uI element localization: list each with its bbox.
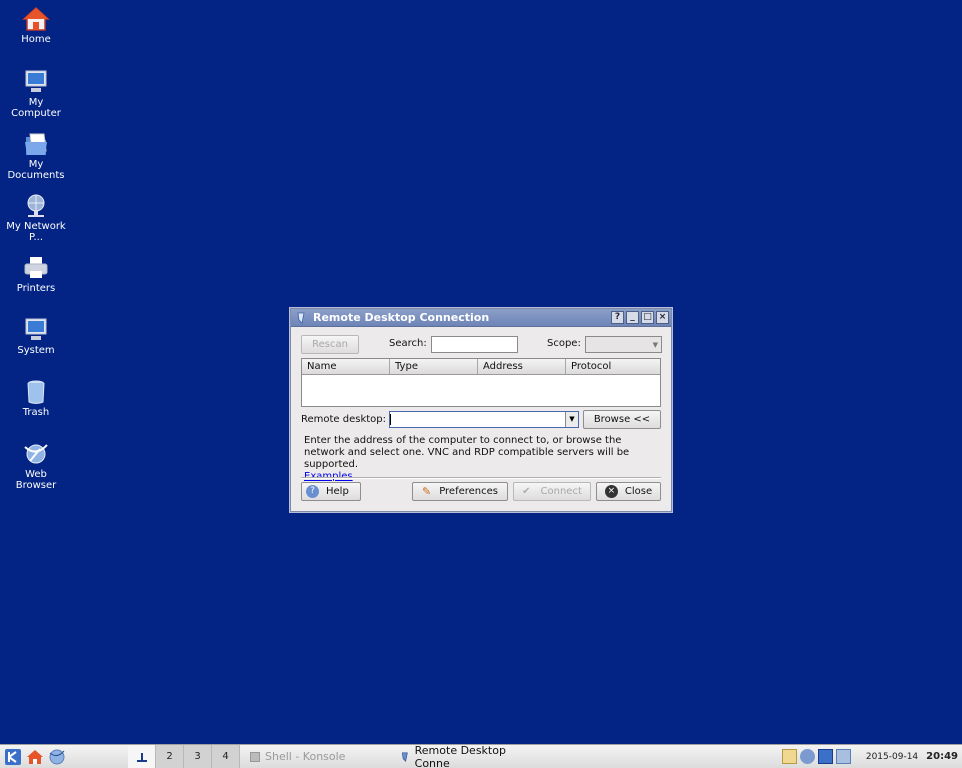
computer-icon (25, 70, 47, 92)
preferences-button-label: Preferences (439, 486, 499, 497)
desktop-icon-system[interactable]: System (4, 317, 68, 356)
search-input[interactable] (431, 336, 518, 353)
description-text: Enter the address of the computer to con… (304, 435, 664, 483)
home-icon (22, 6, 50, 31)
connect-button-label: Connect (540, 486, 582, 497)
close-title-button[interactable]: × (656, 311, 669, 324)
krdc-tray-icon[interactable] (817, 749, 833, 764)
desktop-icon-web-browser[interactable]: Web Browser (4, 441, 68, 491)
close-button[interactable]: × Close (596, 482, 661, 501)
close-icon: × (604, 485, 618, 498)
checkmark-icon: ✔ (522, 486, 531, 497)
remote-desktop-input[interactable] (390, 414, 565, 425)
scope-label: Scope: (547, 338, 581, 349)
tray-clock[interactable]: 20:49 (926, 751, 958, 762)
remote-desktop-app-icon (401, 752, 408, 762)
help-title-button[interactable]: ? (611, 311, 624, 324)
remote-desktop-dialog: Remote Desktop Connection ? _ □ × Rescan… (290, 308, 672, 512)
desktop-icon-label: System (17, 345, 55, 356)
system-icon (25, 318, 47, 340)
maximize-button[interactable]: □ (641, 311, 654, 324)
kde-menu-icon[interactable] (4, 748, 22, 766)
documents-icon (25, 133, 47, 155)
help-button-label: Help (326, 486, 349, 497)
printer-icon (24, 257, 48, 278)
wrench-icon: ✎ (421, 485, 432, 498)
web-browser-icon[interactable] (48, 748, 66, 766)
connect-button[interactable]: ✔ Connect (513, 482, 591, 501)
browse-button[interactable]: Browse << (583, 410, 661, 429)
system-tray: 2015-09-14 20:49 (781, 745, 962, 768)
chevron-down-icon: ▼ (652, 340, 658, 349)
desktop-icon-my-documents[interactable]: My Documents (4, 131, 68, 181)
pager-desktop-4[interactable]: 4 (212, 745, 240, 768)
desktop-icon-home[interactable]: Home (4, 6, 68, 45)
desktop-icon-label: Home (21, 34, 51, 45)
desktop-icon-printers[interactable]: Printers (4, 255, 68, 294)
desktop-icon-label: My Computer (11, 97, 61, 119)
task-label: Shell - Konsole (265, 750, 346, 763)
minimize-button[interactable]: _ (626, 311, 639, 324)
server-list-header: Name Type Address Protocol (302, 359, 660, 375)
help-button[interactable]: ? Help (301, 482, 361, 501)
column-header-type[interactable]: Type (390, 359, 478, 374)
tray-date[interactable]: 2015-09-14 (866, 752, 918, 762)
remote-desktop-label: Remote desktop: (301, 414, 387, 425)
desktop-icon-label: My Network P... (6, 221, 66, 243)
preferences-button[interactable]: ✎ Preferences (412, 482, 508, 501)
trash-icon (27, 380, 45, 404)
chevron-down-icon[interactable]: ▼ (565, 412, 578, 427)
rescan-button[interactable]: Rescan (301, 335, 359, 354)
task-label: Remote Desktop Conne (414, 743, 506, 768)
search-label: Search: (389, 338, 427, 349)
help-icon: ? (306, 485, 319, 498)
server-list[interactable]: Name Type Address Protocol (301, 358, 661, 407)
column-header-address[interactable]: Address (478, 359, 566, 374)
pager-desktop-2[interactable]: 2 (156, 745, 184, 768)
remote-desktop-combobox[interactable]: ▼ (389, 411, 579, 428)
scope-select[interactable]: ▼ (585, 336, 662, 353)
desktop-icon-my-network[interactable]: My Network P... (4, 193, 68, 243)
pager-desktop-1[interactable] (128, 745, 156, 768)
desktop-icon-label: Printers (16, 283, 56, 294)
terminal-icon (250, 751, 260, 762)
task-konsole[interactable]: Shell - Konsole (240, 745, 390, 768)
desktop-icon-label: My Documents (7, 159, 65, 181)
divider (301, 477, 661, 479)
network-status-icon[interactable] (799, 749, 815, 764)
klipper-icon[interactable] (781, 749, 797, 764)
task-remote-desktop[interactable]: Remote Desktop Conne (390, 743, 540, 768)
remote-desktop-app-icon (297, 312, 305, 324)
desktop-pager: 2 3 4 (128, 745, 240, 768)
description-body: Enter the address of the computer to con… (304, 435, 630, 470)
desktop-preview-icon (136, 753, 147, 762)
column-header-protocol[interactable]: Protocol (566, 359, 660, 374)
close-button-label: Close (624, 486, 653, 497)
display-icon[interactable] (835, 749, 851, 764)
column-header-name[interactable]: Name (302, 359, 390, 374)
network-icon (27, 194, 45, 217)
desktop-icon-my-computer[interactable]: My Computer (4, 69, 68, 119)
desktop-icon-label: Trash (22, 407, 50, 418)
dialog-title: Remote Desktop Connection (313, 311, 490, 324)
web-browser-icon (24, 444, 48, 464)
home-icon[interactable] (26, 748, 44, 766)
taskbar: 2 3 4 Shell - Konsole Remote Desktop Con… (0, 744, 962, 768)
desktop-icon-trash[interactable]: Trash (4, 379, 68, 418)
pager-desktop-3[interactable]: 3 (184, 745, 212, 768)
dialog-titlebar[interactable]: Remote Desktop Connection ? _ □ × (291, 309, 671, 327)
desktop-icon-label: Web Browser (15, 469, 57, 491)
